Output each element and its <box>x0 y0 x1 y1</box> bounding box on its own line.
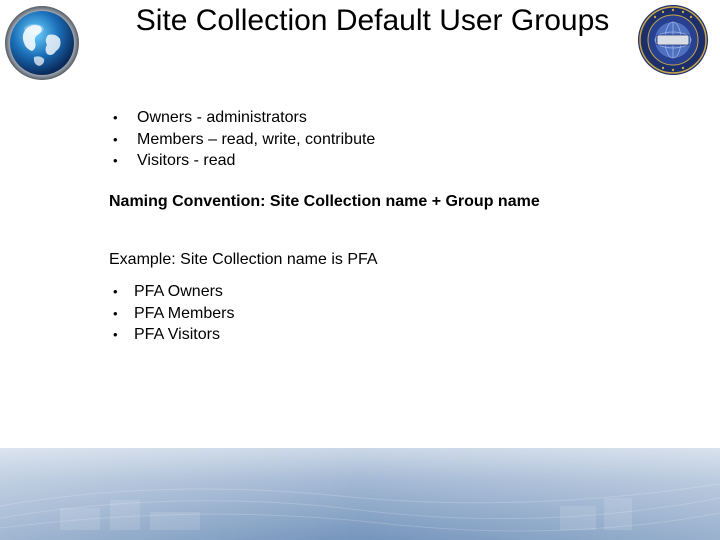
list-item: PFA Visitors <box>113 324 234 346</box>
example-groups-list: PFA Owners PFA Members PFA Visitors <box>113 281 234 346</box>
list-item: PFA Members <box>113 303 234 325</box>
list-item: Visitors - read <box>113 150 375 172</box>
globe-icon <box>5 6 79 80</box>
seal-icon <box>638 5 708 75</box>
slide: Site Collection Default User Groups Owne… <box>0 0 720 540</box>
slide-title: Site Collection Default User Groups <box>135 4 610 37</box>
naming-convention: Naming Convention: Site Collection name … <box>109 193 540 210</box>
default-groups-list: Owners - administrators Members – read, … <box>113 107 375 172</box>
list-item: PFA Owners <box>113 281 234 303</box>
list-item: Owners - administrators <box>113 107 375 129</box>
footer-banner <box>0 448 720 540</box>
example-label: Example: Site Collection name is PFA <box>109 251 378 268</box>
list-item: Members – read, write, contribute <box>113 129 375 151</box>
